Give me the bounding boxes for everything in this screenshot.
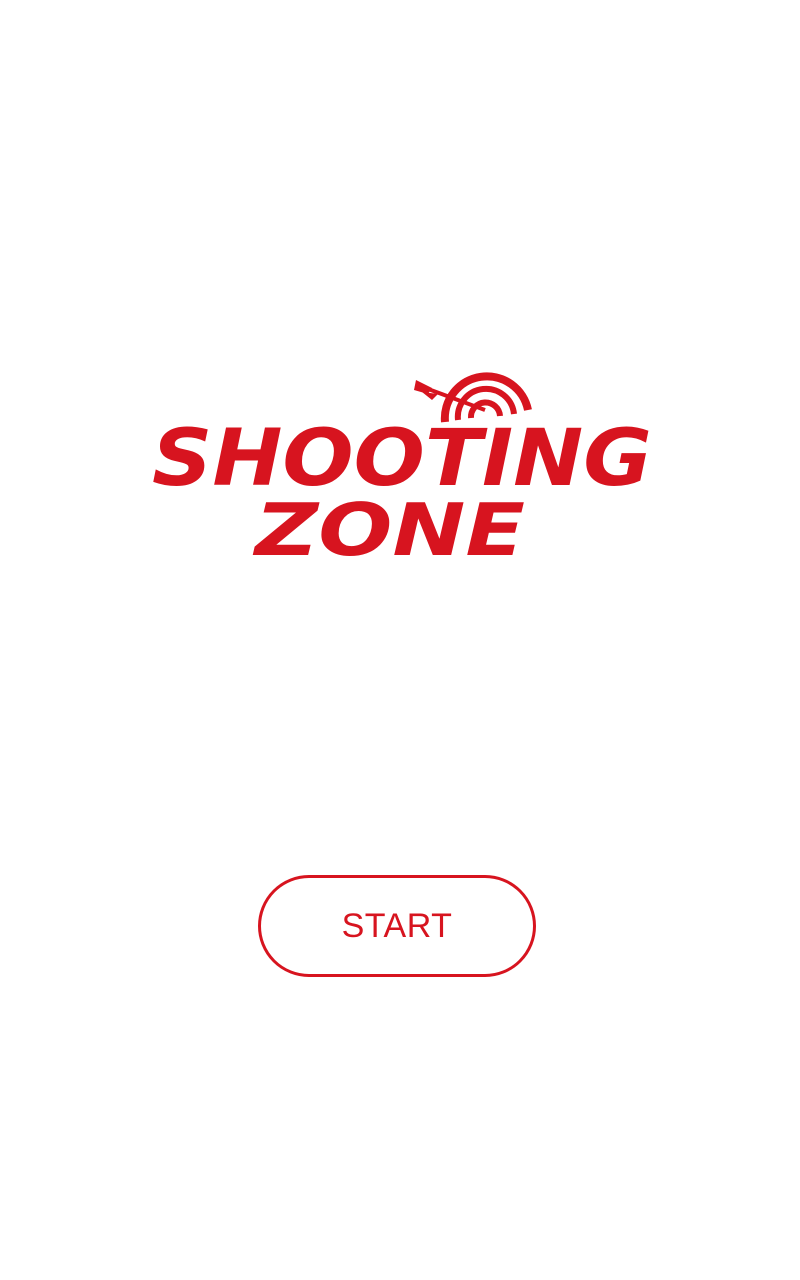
title-screen: SHOOTING ZONE START	[0, 0, 800, 1280]
game-logo: SHOOTING ZONE	[140, 370, 660, 570]
start-button-label: START	[341, 906, 453, 945]
logo-line2: ZONE	[253, 488, 525, 570]
start-button[interactable]: START	[258, 875, 536, 977]
logo-graphic: SHOOTING ZONE	[152, 372, 652, 570]
